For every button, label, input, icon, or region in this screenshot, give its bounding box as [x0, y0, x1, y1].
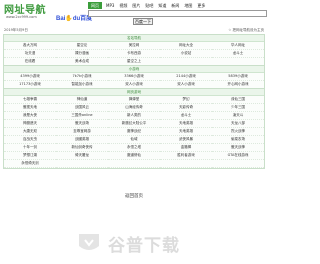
site-link[interactable]	[160, 160, 212, 168]
site-link[interactable]	[108, 160, 160, 168]
site-link[interactable]: 5839小游戏	[212, 73, 264, 81]
site-link[interactable]: 小说站	[160, 50, 212, 58]
site-link[interactable]: 功夫漫	[4, 50, 56, 58]
search-tab-web[interactable]: 网页	[88, 2, 102, 9]
site-link[interactable]: 新人类的	[108, 112, 160, 120]
site-link[interactable]: 魔道修仙	[108, 152, 160, 160]
section-title: 名站导航	[4, 35, 264, 42]
site-link[interactable]: 凌天斗	[212, 112, 264, 120]
baidu-logo[interactable]: Bai✋du百度	[56, 13, 92, 22]
baidu-logo-bai: Bai	[56, 16, 66, 22]
site-link[interactable]	[212, 160, 264, 168]
watermark-logo-icon	[79, 234, 99, 250]
search-tabs: 网页 MP3 视频 图片 贴吧 知道 新闻 地图 更多	[88, 2, 206, 9]
site-link[interactable]: GTA在线游戏	[212, 152, 264, 160]
site-link[interactable]: 网址大全	[160, 42, 212, 50]
site-link[interactable]: 少年三国	[212, 104, 264, 112]
site-link[interactable]: 2144小游戏	[160, 73, 212, 81]
watermark-text: 谷普下载	[108, 236, 180, 256]
site-link[interactable]: 龙斗士	[160, 112, 212, 120]
site-link[interactable]: 新仙剑奇侠传	[56, 144, 108, 152]
date-text: 2019年5月9日	[4, 28, 28, 32]
link-grid: 各大万网 星空论 美拉网 网址大全 华人网址 功夫漫 裸分漫画 卡布西游 小说站…	[4, 42, 264, 66]
back-home-link[interactable]: 返回首页	[0, 193, 268, 201]
site-link[interactable]: 3366小游戏	[108, 73, 160, 81]
site-link[interactable]: 星空论	[56, 42, 108, 50]
search-tab-map[interactable]: 地图	[183, 2, 193, 9]
site-link[interactable]: 三国杀online	[56, 112, 108, 120]
site-link[interactable]: 卡布西游	[108, 50, 160, 58]
search-button[interactable]: 百度一下	[133, 18, 153, 25]
site-link[interactable]: 美拉网	[108, 42, 160, 50]
site-link[interactable]: 天影传奇	[160, 104, 212, 112]
site-link[interactable]: 金箍棒	[160, 144, 212, 152]
site-link[interactable]: 傲视天地	[4, 104, 56, 112]
site-link[interactable]	[56, 160, 108, 168]
site-link[interactable]: 天地英雄	[160, 128, 212, 136]
mini-games-section: 小游戏 4399小游戏 7k7k小游戏 3366小游戏 2144小游戏 5839…	[3, 65, 265, 90]
site-link[interactable]: 武侠风暴	[160, 136, 212, 144]
site-link[interactable]: 梦幻	[160, 96, 212, 104]
site-link[interactable]: 梦想江湖	[4, 152, 56, 160]
search-tab-news[interactable]: 新闻	[170, 2, 180, 9]
link-grid: 七雄争霸 神仙道 弹弹堂 梦幻 诛仙三国 傲视天地 战国风云 山海经传奇 天影传…	[4, 96, 264, 168]
site-link[interactable]: 华人网址	[212, 42, 264, 50]
site-link[interactable]: 傲天战场	[56, 120, 108, 128]
web-games-section: 网页游戏 七雄争霸 神仙道 弹弹堂 梦幻 诛仙三国 傲视天地 战国风云 山海经传…	[3, 88, 265, 169]
site-link[interactable]: 神仙道	[56, 96, 108, 104]
search-tab-more[interactable]: 更多	[196, 2, 206, 9]
site-link[interactable]: 百战天虫	[4, 136, 56, 144]
site-link[interactable]: 烈火战神	[212, 128, 264, 136]
link-grid: 4399小游戏 7k7k小游戏 3366小游戏 2144小游戏 5839小游戏 …	[4, 73, 264, 89]
logo-text: 网址导航	[4, 5, 46, 16]
set-homepage-link[interactable]: ☆ 把网址导航设为主页	[228, 27, 264, 33]
search-tab-zhidao[interactable]: 知道	[157, 2, 167, 9]
site-link[interactable]: 大唐无双	[4, 128, 56, 136]
site-link[interactable]: 战國英雄	[56, 136, 108, 144]
site-link[interactable]: 7k7k小游戏	[56, 73, 108, 81]
site-link[interactable]: 山海经传奇	[108, 104, 160, 112]
site-link[interactable]: 天地英雄	[160, 120, 212, 128]
site-link[interactable]: 永恒倚天剑	[4, 160, 56, 168]
site-logo[interactable]: 网址导航 www.2cc999.com	[4, 1, 48, 25]
site-link[interactable]: 十年一剑	[4, 144, 56, 152]
site-link[interactable]: 天龙八部	[212, 120, 264, 128]
site-link[interactable]: 倚天屠龙	[56, 152, 108, 160]
watermark: 谷普下载	[0, 230, 268, 256]
site-link[interactable]: 偷菜农场	[212, 136, 264, 144]
section-title: 网页游戏	[4, 89, 264, 96]
site-link[interactable]: 七雄争霸	[4, 96, 56, 104]
site-link[interactable]: 弹弹堂	[108, 96, 160, 104]
baidu-paw-icon: ✋	[65, 16, 73, 22]
site-link[interactable]: 胜利者游戏	[160, 152, 212, 160]
site-link[interactable]: 龙斗士	[212, 50, 264, 58]
search-input[interactable]	[88, 10, 267, 17]
site-link[interactable]: 新魔幻大陆公平	[108, 120, 160, 128]
site-link[interactable]: 战国风云	[56, 104, 108, 112]
search-tab-video[interactable]: 视频	[118, 2, 128, 9]
search-tab-mp3[interactable]: MP3	[105, 2, 115, 9]
site-link[interactable]: 裸分漫画	[56, 50, 108, 58]
site-link[interactable]: 永恒之塔	[108, 144, 160, 152]
site-link[interactable]: 神魔遮天	[4, 120, 56, 128]
site-link[interactable]: 仙域	[108, 136, 160, 144]
famous-sites-section: 名站导航 各大万网 星空论 美拉网 网址大全 华人网址 功夫漫 裸分漫画 卡布西…	[3, 34, 265, 67]
header: 网址导航 www.2cc999.com Bai✋du百度 网页 MP3 视频 图…	[0, 0, 268, 26]
site-link[interactable]: 傲天战神	[212, 144, 264, 152]
site-link[interactable]: 我是大侠	[4, 112, 56, 120]
logo-url: www.2cc999.com	[6, 15, 37, 19]
search-tab-tieba[interactable]: 贴吧	[144, 2, 154, 9]
section-title: 小游戏	[4, 66, 264, 73]
top-info-bar: 2019年5月9日 ☆ 把网址导航设为主页	[0, 27, 268, 33]
site-link[interactable]: 诛仙三国	[212, 96, 264, 104]
search-tab-images[interactable]: 图片	[131, 2, 141, 9]
site-link[interactable]: 4399小游戏	[4, 73, 56, 81]
site-link[interactable]: 魔神战纪	[108, 128, 160, 136]
site-link[interactable]: 各大万网	[4, 42, 56, 50]
site-link[interactable]: 至尊宝网游	[56, 128, 108, 136]
